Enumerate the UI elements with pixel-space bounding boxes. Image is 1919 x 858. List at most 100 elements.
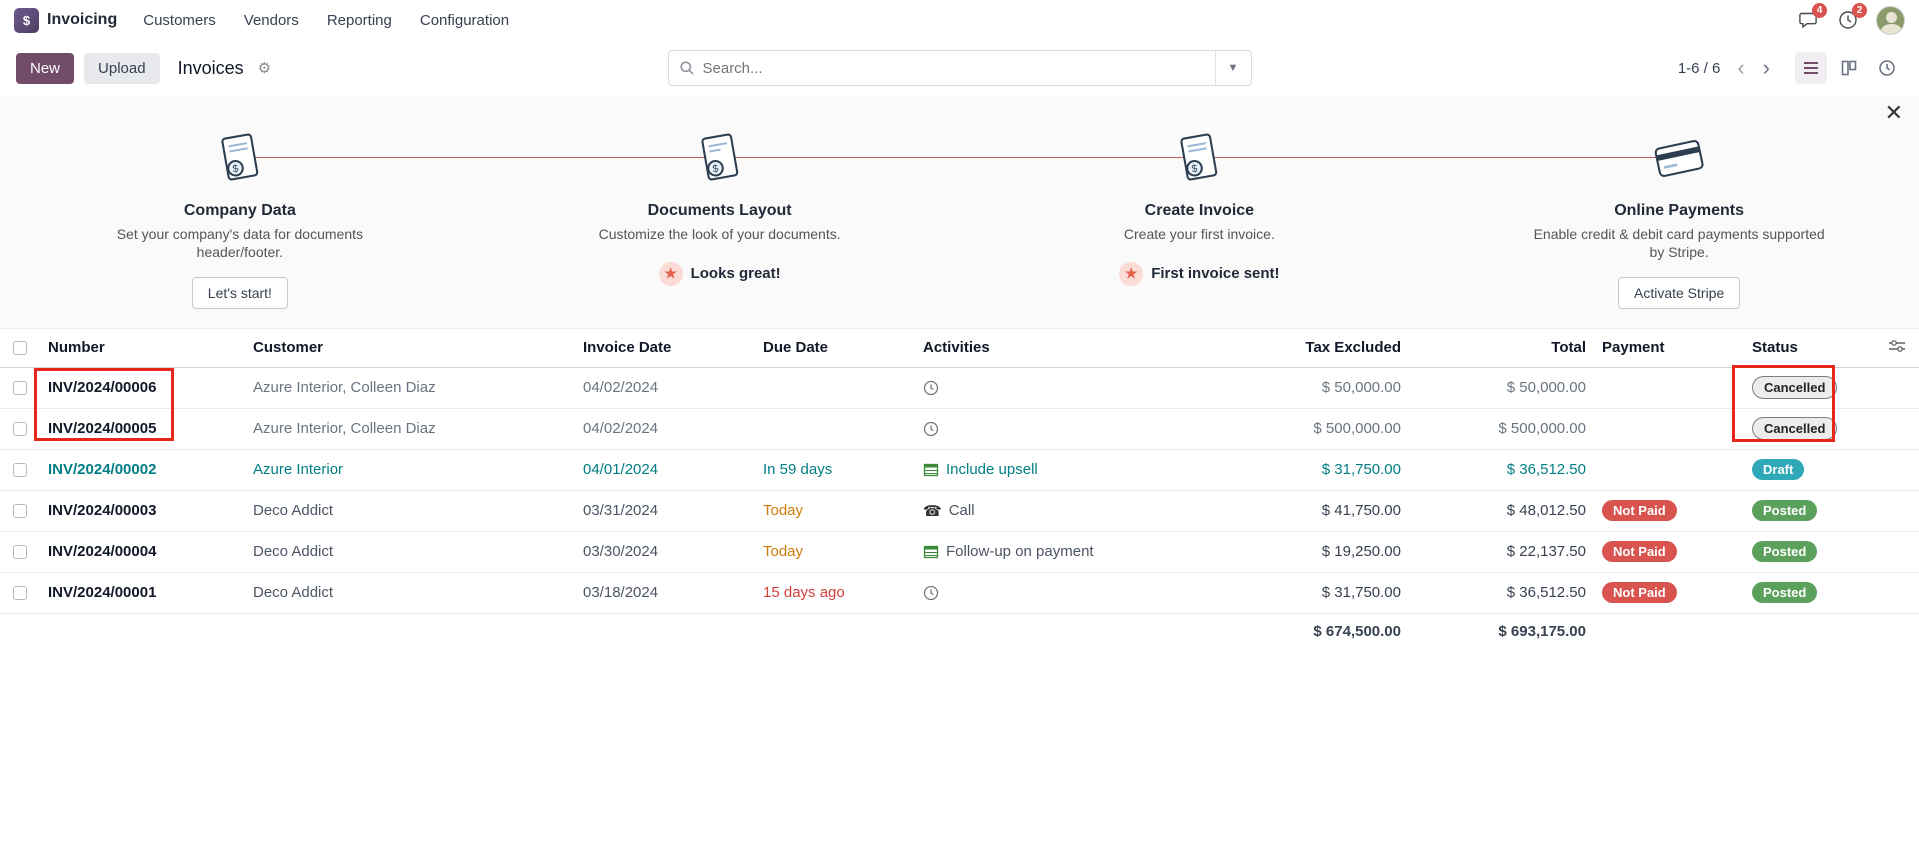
activity-label[interactable]: Include upsell [946, 461, 1038, 478]
lets-start-button[interactable]: Let's start! [191, 277, 288, 309]
invoice-date-cell[interactable]: 04/02/2024 [575, 408, 755, 450]
activities-cell[interactable]: Follow-up on payment [923, 532, 1157, 572]
customer-cell[interactable]: Deco Addict [245, 490, 575, 532]
column-header-number[interactable]: Number [40, 329, 245, 368]
invoice-number[interactable]: INV/2024/00004 [40, 531, 245, 573]
due-date-cell[interactable] [755, 408, 915, 450]
status-cell[interactable]: Cancelled [1744, 408, 1864, 450]
tax-excluded-cell[interactable]: $ 50,000.00 [1165, 367, 1409, 409]
customer-cell[interactable]: Azure Interior [245, 449, 575, 491]
status-cell[interactable]: Draft [1744, 449, 1864, 491]
app-brand[interactable]: $ Invoicing [14, 7, 117, 33]
clock-activity-icon[interactable] [923, 585, 939, 601]
tax-excluded-cell[interactable]: $ 31,750.00 [1165, 449, 1409, 491]
customer-cell[interactable]: Deco Addict [245, 531, 575, 573]
user-avatar[interactable] [1876, 5, 1905, 35]
table-row[interactable]: INV/2024/00002 Azure Interior 04/01/2024… [0, 449, 1919, 491]
pager-previous-button[interactable]: ‹ [1730, 57, 1751, 79]
customer-cell[interactable]: Azure Interior, Colleen Diaz [245, 408, 575, 450]
invoice-number[interactable]: INV/2024/00002 [40, 449, 245, 491]
tax-excluded-cell[interactable]: $ 31,750.00 [1165, 572, 1409, 614]
tax-excluded-cell[interactable]: $ 19,250.00 [1165, 531, 1409, 573]
row-checkbox[interactable] [13, 422, 27, 437]
total-cell[interactable]: $ 22,137.50 [1409, 531, 1594, 573]
total-cell[interactable]: $ 36,512.50 [1409, 449, 1594, 491]
column-header-total[interactable]: Total [1409, 329, 1594, 368]
customer-cell[interactable]: Azure Interior, Colleen Diaz [245, 367, 575, 409]
menu-customers[interactable]: Customers [143, 12, 216, 29]
table-row[interactable]: INV/2024/00005 Azure Interior, Colleen D… [0, 408, 1919, 450]
table-row[interactable]: INV/2024/00003 Deco Addict 03/31/2024 To… [0, 490, 1919, 532]
column-header-activities[interactable]: Activities [915, 329, 1165, 368]
payment-cell[interactable]: Not Paid [1594, 531, 1744, 573]
payment-cell[interactable] [1594, 449, 1744, 491]
due-date-cell[interactable]: In 59 days [755, 449, 915, 491]
invoice-number[interactable]: INV/2024/00005 [40, 408, 245, 450]
row-checkbox[interactable] [13, 463, 27, 478]
menu-configuration[interactable]: Configuration [420, 12, 509, 29]
table-row[interactable]: INV/2024/00006 Azure Interior, Colleen D… [0, 367, 1919, 409]
total-cell[interactable]: $ 48,012.50 [1409, 490, 1594, 532]
search-dropdown-toggle[interactable]: ▼ [1214, 51, 1251, 85]
invoice-date-cell[interactable]: 04/02/2024 [575, 367, 755, 409]
total-cell[interactable]: $ 500,000.00 [1409, 408, 1594, 450]
activate-stripe-button[interactable]: Activate Stripe [1617, 277, 1741, 309]
kanban-view-button[interactable] [1833, 52, 1865, 84]
total-cell[interactable]: $ 36,512.50 [1409, 572, 1594, 614]
row-checkbox[interactable] [13, 545, 27, 560]
status-cell[interactable]: Posted [1744, 531, 1864, 573]
payment-cell[interactable]: Not Paid [1594, 490, 1744, 532]
activities-cell[interactable] [923, 573, 1157, 613]
menu-reporting[interactable]: Reporting [327, 12, 392, 29]
optional-columns-icon[interactable] [1889, 339, 1905, 357]
spreadsheet-activity-icon[interactable] [923, 544, 939, 560]
status-cell[interactable]: Cancelled [1744, 367, 1864, 409]
customer-cell[interactable]: Deco Addict [245, 572, 575, 614]
activities-cell[interactable]: Include upsell [923, 450, 1157, 490]
payment-cell[interactable]: Not Paid [1594, 572, 1744, 614]
column-header-payment[interactable]: Payment [1594, 329, 1744, 368]
row-checkbox[interactable] [13, 504, 27, 519]
phone-activity-icon[interactable]: ☎ [923, 502, 942, 520]
invoice-number[interactable]: INV/2024/00006 [40, 367, 245, 409]
new-button[interactable]: New [16, 52, 75, 84]
due-date-cell[interactable]: 15 days ago [755, 572, 915, 614]
clock-activity-icon[interactable] [923, 380, 939, 396]
table-row[interactable]: INV/2024/00001 Deco Addict 03/18/2024 15… [0, 572, 1919, 614]
menu-vendors[interactable]: Vendors [244, 12, 299, 29]
activity-view-button[interactable] [1871, 52, 1903, 84]
activity-label[interactable]: Follow-up on payment [946, 543, 1094, 560]
activities-cell[interactable]: ☎ Call [923, 491, 1157, 531]
search-input[interactable] [702, 59, 1215, 77]
activities-cell[interactable] [923, 368, 1157, 408]
spreadsheet-activity-icon[interactable] [923, 462, 939, 478]
row-checkbox[interactable] [13, 586, 27, 601]
column-header-invoice-date[interactable]: Invoice Date [575, 329, 755, 368]
activities-cell[interactable] [923, 409, 1157, 449]
payment-cell[interactable] [1594, 367, 1744, 409]
status-cell[interactable]: Posted [1744, 490, 1864, 532]
due-date-cell[interactable] [755, 367, 915, 409]
column-header-customer[interactable]: Customer [245, 329, 575, 368]
upload-button[interactable]: Upload [84, 52, 160, 84]
activity-label[interactable]: Call [949, 502, 975, 519]
due-date-cell[interactable]: Today [755, 490, 915, 532]
invoice-date-cell[interactable]: 03/30/2024 [575, 531, 755, 573]
row-checkbox[interactable] [13, 381, 27, 396]
invoice-date-cell[interactable]: 03/18/2024 [575, 572, 755, 614]
select-all-checkbox[interactable] [13, 341, 27, 356]
invoice-number[interactable]: INV/2024/00001 [40, 572, 245, 614]
column-header-status[interactable]: Status [1744, 329, 1864, 368]
invoice-number[interactable]: INV/2024/00003 [40, 490, 245, 532]
payment-cell[interactable] [1594, 408, 1744, 450]
column-header-tax-excluded[interactable]: Tax Excluded [1165, 329, 1409, 368]
total-cell[interactable]: $ 50,000.00 [1409, 367, 1594, 409]
tax-excluded-cell[interactable]: $ 41,750.00 [1165, 490, 1409, 532]
invoice-date-cell[interactable]: 04/01/2024 [575, 449, 755, 491]
column-header-due-date[interactable]: Due Date [755, 329, 915, 368]
messages-icon[interactable]: 4 [1796, 3, 1827, 32]
pager-next-button[interactable]: › [1756, 57, 1777, 79]
status-cell[interactable]: Posted [1744, 572, 1864, 614]
activities-icon[interactable]: 2 [1836, 3, 1867, 32]
invoice-date-cell[interactable]: 03/31/2024 [575, 490, 755, 532]
